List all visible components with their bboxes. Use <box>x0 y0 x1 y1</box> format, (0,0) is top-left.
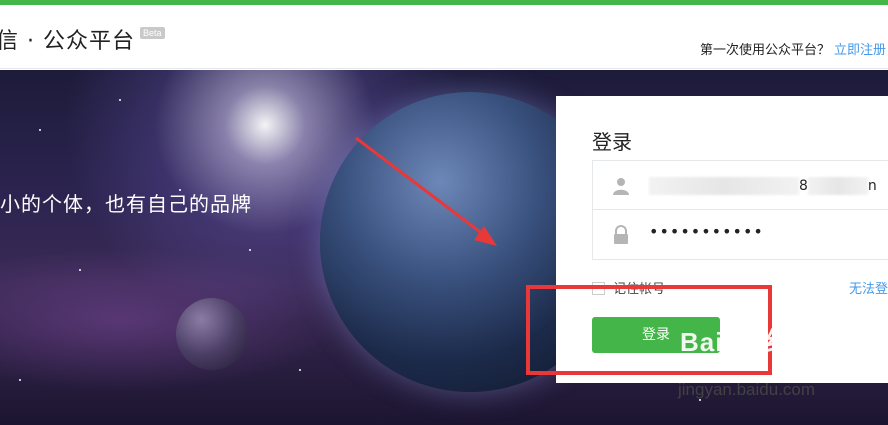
login-title: 登录 <box>592 130 632 154</box>
redacted-username <box>649 177 799 195</box>
watermark-url: jingyan.baidu.com <box>678 380 816 399</box>
hero-slogan: 小的个体，也有自己的品牌 <box>0 192 252 216</box>
planet-small-image <box>176 298 248 370</box>
beta-badge: Beta <box>140 27 165 39</box>
username-value: 8n <box>649 177 877 195</box>
header-register-prompt: 第一次使用公众平台？ 立即注册 <box>700 39 886 58</box>
first-use-text: 第一次使用公众平台？ <box>699 43 830 58</box>
watermark-brand: Baidu 经验 <box>680 327 820 357</box>
redacted-username-tail <box>807 177 868 195</box>
baidu-watermark: Baidu 经验 jingyan.baidu.com <box>678 322 820 399</box>
password-field[interactable]: ••••••••••• <box>592 210 888 260</box>
username-field[interactable]: 8n <box>592 160 888 210</box>
platform-logo[interactable]: 信 · 公众平台 <box>0 23 135 55</box>
lock-icon <box>614 225 628 244</box>
password-value: ••••••••••• <box>649 222 764 241</box>
forgot-login-link[interactable]: 无法登 <box>849 278 888 297</box>
user-icon <box>613 178 629 195</box>
register-link[interactable]: 立即注册 <box>834 43 886 58</box>
header: 信 · 公众平台 Beta 第一次使用公众平台？ 立即注册 <box>0 5 888 69</box>
